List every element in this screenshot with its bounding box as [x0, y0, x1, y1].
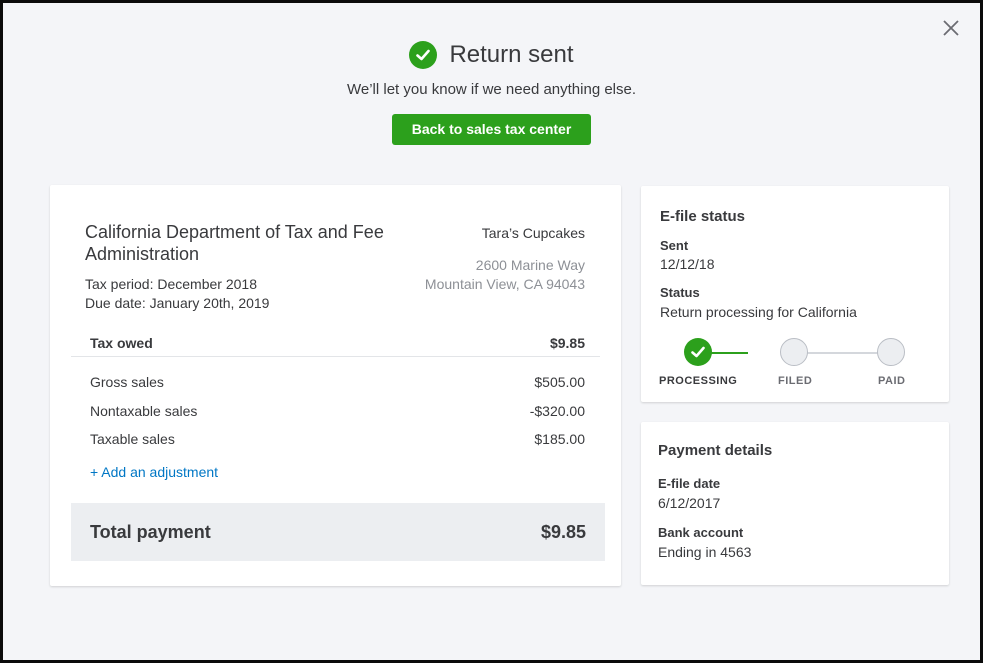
step-paid-circle — [877, 338, 905, 366]
line-item-row: Gross sales $505.00 — [90, 374, 585, 390]
payment-details-card: Payment details E-file date 6/12/2017 Ba… — [641, 422, 949, 585]
status-label: Status — [660, 285, 700, 300]
efile-date-label: E-file date — [658, 476, 721, 491]
tax-owed-row: Tax owed $9.85 — [90, 335, 585, 351]
due-date: Due date: January 20th, 2019 — [85, 295, 270, 311]
business-name: Tara’s Cupcakes — [481, 225, 585, 241]
tax-owed-value: $9.85 — [549, 335, 585, 351]
sent-label: Sent — [660, 238, 689, 253]
line-item-label: Nontaxable sales — [90, 403, 198, 419]
efile-status-card: E-file status Sent 12/12/18 Status Retur… — [641, 186, 949, 402]
line-item-row: Nontaxable sales -$320.00 — [90, 403, 585, 419]
bank-account-label: Bank account — [658, 525, 744, 540]
success-checkmark-icon — [409, 41, 438, 69]
agency-name: California Department of Tax and Fee Adm… — [85, 222, 384, 264]
address-line-2: Mountain View, CA 94043 — [424, 276, 585, 292]
line-item-value: $505.00 — [534, 374, 585, 390]
stepper-track-pending — [798, 352, 878, 354]
business-address: 2600 Marine Way Mountain View, CA 94043 — [425, 256, 585, 294]
line-item-row: Taxable sales $185.00 — [90, 431, 585, 447]
return-summary-card: California Department of Tax and Fee Adm… — [50, 185, 621, 586]
close-icon — [943, 20, 959, 36]
tax-owed-label: Tax owed — [90, 335, 153, 351]
line-item-label: Taxable sales — [90, 431, 175, 447]
efile-date-value: 6/12/2017 — [658, 495, 721, 511]
page-title: Return sent — [449, 41, 574, 68]
divider — [71, 356, 600, 357]
step-label-paid: PAID — [878, 375, 906, 387]
line-item-value: -$320.00 — [529, 403, 585, 419]
page-subtitle: We’ll let you know if we need anything e… — [346, 81, 637, 98]
status-stepper: PROCESSING FILED PAID — [641, 338, 949, 398]
address-line-1: 2600 Marine Way — [475, 257, 585, 273]
payment-details-title: Payment details — [658, 442, 773, 459]
modal-frame: Return sent We’ll let you know if we nee… — [0, 0, 983, 663]
total-payment-value: $9.85 — [540, 521, 586, 542]
close-button[interactable] — [940, 17, 962, 39]
back-to-sales-tax-center-button[interactable]: Back to sales tax center — [391, 114, 592, 145]
tax-period: Tax period: December 2018 — [85, 276, 257, 292]
step-label-processing: PROCESSING — [659, 375, 738, 387]
efile-status-title: E-file status — [660, 208, 746, 225]
step-filed-circle — [780, 338, 808, 366]
step-processing-checkmark-icon — [684, 338, 712, 366]
line-item-value: $185.00 — [534, 431, 585, 447]
status-value: Return processing for California — [660, 304, 857, 320]
total-payment-label: Total payment — [90, 521, 211, 542]
bank-account-value: Ending in 4563 — [658, 544, 752, 560]
line-item-label: Gross sales — [90, 374, 164, 390]
confirmation-header: Return sent We’ll let you know if we nee… — [3, 41, 980, 145]
sent-date: 12/12/18 — [660, 256, 715, 272]
title-row: Return sent — [3, 41, 980, 69]
step-label-filed: FILED — [778, 375, 813, 387]
total-payment-box: Total payment $9.85 — [71, 503, 605, 561]
add-adjustment-link[interactable]: + Add an adjustment — [90, 464, 218, 480]
